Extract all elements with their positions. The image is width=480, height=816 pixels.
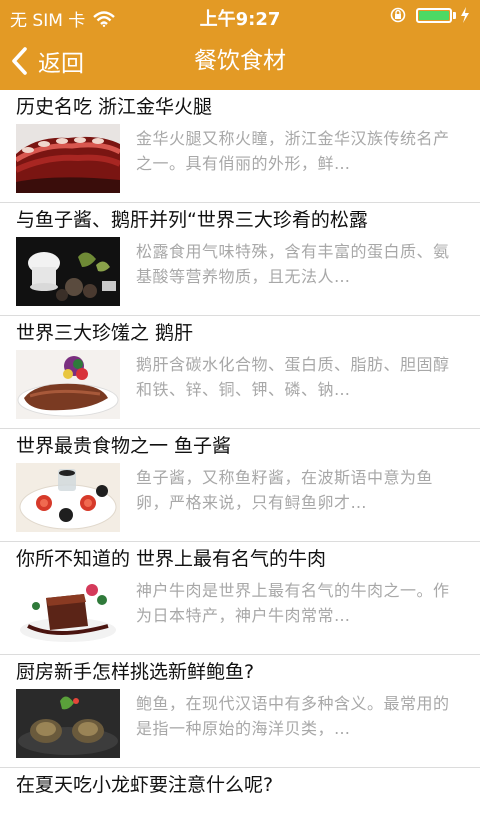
- item-title: 世界最贵食物之一 鱼子酱: [16, 435, 232, 457]
- rotation-lock-icon: [390, 7, 406, 23]
- item-summary: 鹅肝含碳水化合物、蛋白质、脂肪、胆固醇和铁、锌、铜、钾、磷、钠…: [136, 355, 450, 399]
- item-title: 历史名吃 浙江金华火腿: [16, 96, 213, 118]
- article-list: 历史名吃 浙江金华火腿 金华火腿又称火瞳，浙江金华汉族传统名产之一。具有俏丽的外…: [0, 90, 480, 816]
- list-item[interactable]: 在夏天吃小龙虾要注意什么呢?: [0, 768, 480, 816]
- item-title: 与鱼子酱、鹅肝并列“世界三大珍肴的松露: [16, 209, 368, 231]
- item-title: 世界三大珍馐之 鹅肝: [16, 322, 194, 344]
- list-item[interactable]: 与鱼子酱、鹅肝并列“世界三大珍肴的松露 松露食用气味特殊，含有丰富的蛋白质、氨基…: [0, 203, 480, 316]
- list-item[interactable]: 世界最贵食物之一 鱼子酱 鱼子酱，又称鱼籽酱，在波斯语中意为鱼卵，严格来说，只有…: [0, 429, 480, 542]
- status-bar: 无 SIM 卡 上午9:27: [0, 0, 480, 32]
- battery-tip: [453, 11, 456, 19]
- back-label: 返回: [38, 51, 84, 77]
- foie-gras-thumbnail: [16, 350, 120, 419]
- beef-thumbnail: [16, 576, 120, 645]
- list-item[interactable]: 你所不知道的 世界上最有名气的牛肉 神户牛肉是世界上最有名气的牛肉之一。作为日本…: [0, 542, 480, 655]
- item-summary: 神户牛肉是世界上最有名气的牛肉之一。作为日本特产，神户牛肉常常…: [136, 581, 450, 625]
- caviar-thumbnail: [16, 463, 120, 532]
- item-summary: 鱼子酱，又称鱼籽酱，在波斯语中意为鱼卵，严格来说，只有鲟鱼卵才…: [136, 468, 434, 512]
- item-summary: 松露食用气味特殊，含有丰富的蛋白质、氨基酸等营养物质，且无法人…: [136, 242, 450, 286]
- item-summary: 金华火腿又称火瞳，浙江金华汉族传统名产之一。具有俏丽的外形，鲜…: [136, 129, 450, 173]
- item-title: 你所不知道的 世界上最有名气的牛肉: [16, 548, 327, 570]
- battery-fill: [419, 10, 449, 20]
- abalone-thumbnail: [16, 689, 120, 758]
- navigation-bar: 返回 餐饮食材: [0, 32, 480, 90]
- truffle-thumbnail: [16, 237, 120, 306]
- back-button[interactable]: 返回: [10, 32, 84, 90]
- chevron-left-icon: [12, 47, 27, 75]
- status-right: [390, 7, 470, 23]
- item-title: 在夏天吃小龙虾要注意什么呢?: [16, 774, 274, 796]
- list-item[interactable]: 历史名吃 浙江金华火腿 金华火腿又称火瞳，浙江金华汉族传统名产之一。具有俏丽的外…: [0, 90, 480, 203]
- list-item[interactable]: 厨房新手怎样挑选新鲜鲍鱼? 鲍鱼，在现代汉语中有多种含义。最常用的是指一种原始的…: [0, 655, 480, 768]
- charging-bolt-icon: [461, 7, 469, 23]
- ham-thumbnail: [16, 124, 120, 193]
- item-summary: 鲍鱼，在现代汉语中有多种含义。最常用的是指一种原始的海洋贝类，…: [136, 694, 450, 738]
- battery-icon: [416, 7, 452, 23]
- item-title: 厨房新手怎样挑选新鲜鲍鱼?: [16, 661, 255, 683]
- list-item[interactable]: 世界三大珍馐之 鹅肝 鹅肝含碳水化合物、蛋白质、脂肪、胆固醇和铁、锌、铜、钾、磷…: [0, 316, 480, 429]
